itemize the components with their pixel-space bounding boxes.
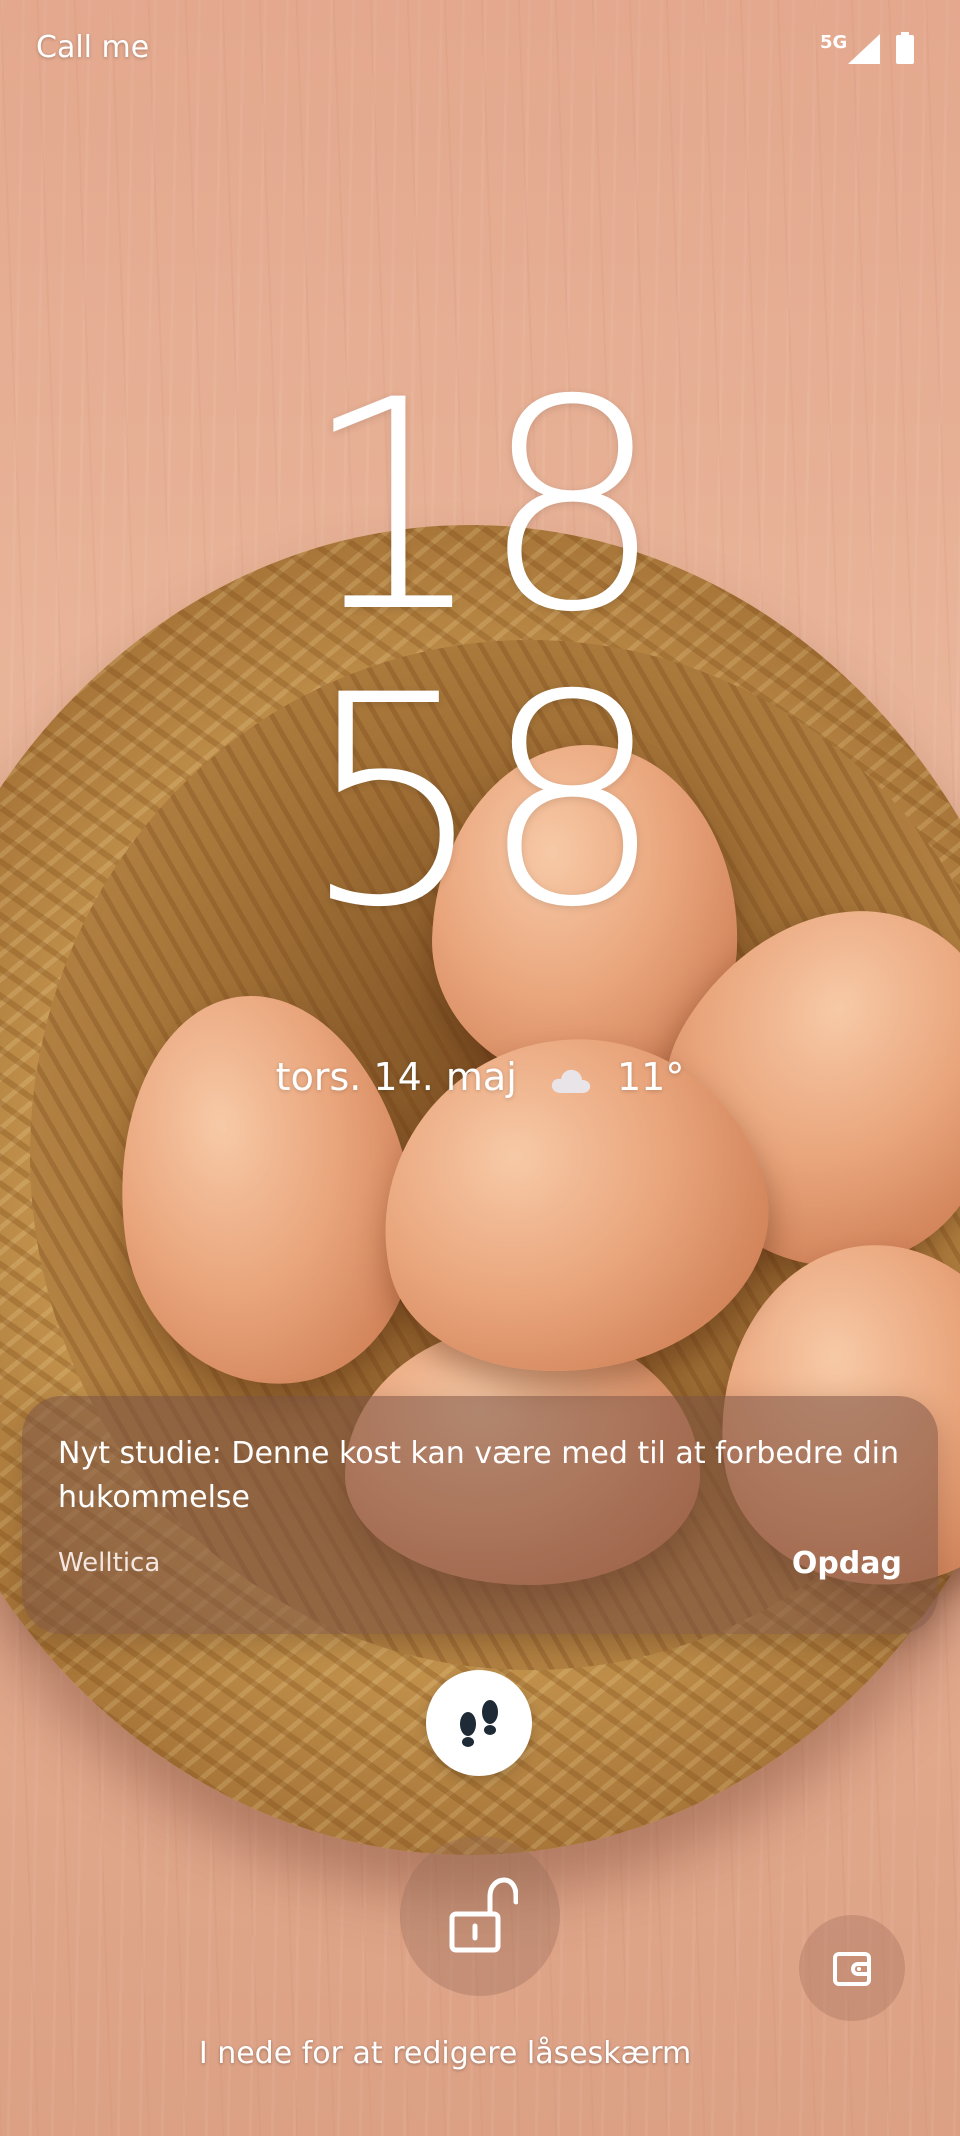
- notification-card[interactable]: Nyt studie: Denne kost kan være med til …: [22, 1396, 938, 1634]
- temperature-label: 11°: [616, 1055, 685, 1099]
- carrier-label: Call me: [36, 30, 150, 65]
- edit-lockscreen-hint: I nede for at redigere låseskærm: [198, 2036, 692, 2071]
- cell-signal-icon: [848, 34, 880, 64]
- status-bar: Call me 5G: [0, 0, 960, 96]
- clock-minutes: 58: [301, 634, 664, 971]
- unlock-icon: [449, 1877, 518, 1953]
- unlock-button[interactable]: [400, 1836, 560, 1996]
- notification-source: Welltica: [58, 1548, 161, 1578]
- notification-title: Nyt studie: Denne kost kan være med til …: [58, 1436, 899, 1515]
- battery-icon: [896, 32, 914, 64]
- lock-screen: Call me 5G 18 58 tors. 14. maj 11° Nyt s…: [0, 0, 960, 2136]
- footsteps-button[interactable]: [426, 1670, 532, 1776]
- date-label: tors. 14. maj: [275, 1055, 517, 1099]
- clock-hours: 18: [301, 339, 664, 676]
- network-type-label: 5G: [820, 32, 848, 53]
- cloud-icon: [551, 1069, 591, 1093]
- wallet-button[interactable]: [799, 1915, 905, 2021]
- footsteps-icon: [460, 1700, 498, 1747]
- discover-button[interactable]: Opdag: [792, 1546, 902, 1581]
- date-weather-row[interactable]: tors. 14. maj 11°: [0, 1055, 960, 1099]
- wallet-icon: [833, 1952, 871, 1986]
- lock-clock: 18 58: [0, 360, 960, 950]
